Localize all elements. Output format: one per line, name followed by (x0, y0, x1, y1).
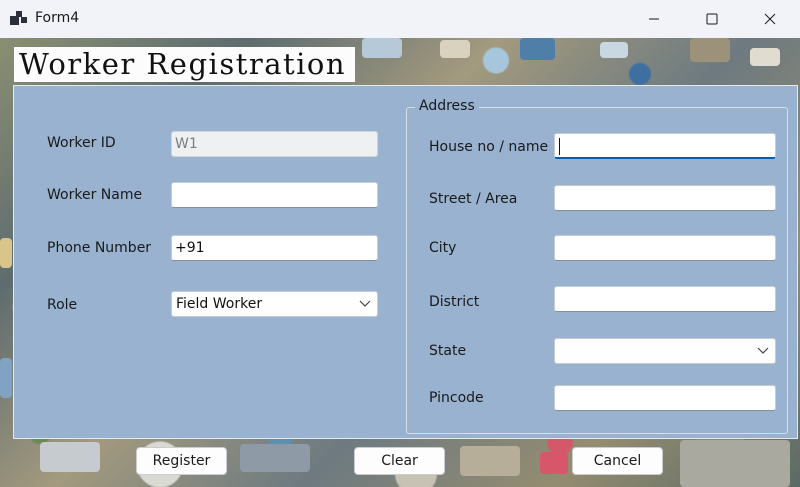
chevron-down-icon (757, 347, 769, 354)
house-field[interactable] (554, 133, 776, 159)
worker-name-label: Worker Name (47, 187, 143, 203)
maximize-icon (706, 13, 718, 25)
form-banner-title: Worker Registration (14, 47, 355, 82)
close-button[interactable] (741, 0, 799, 38)
role-selected-value: Field Worker (176, 296, 263, 312)
address-group-title: Address (415, 98, 479, 114)
maximize-button[interactable] (683, 0, 741, 38)
close-icon (764, 13, 776, 25)
cancel-button[interactable]: Cancel (572, 447, 663, 475)
city-field[interactable] (554, 235, 776, 261)
house-label: House no / name (429, 139, 549, 155)
city-label: City (429, 240, 457, 256)
pincode-label: Pincode (429, 390, 484, 406)
text-caret (559, 138, 560, 155)
title-bar: Form4 (0, 0, 800, 38)
street-field[interactable] (554, 185, 776, 211)
chevron-down-icon (359, 300, 371, 307)
role-select[interactable]: Field Worker (171, 291, 378, 317)
minimize-icon (649, 18, 659, 20)
street-label: Street / Area (429, 191, 518, 207)
phone-number-label: Phone Number (47, 240, 152, 256)
app-icon[interactable] (10, 11, 27, 26)
role-label: Role (47, 297, 78, 313)
clear-button[interactable]: Clear (354, 447, 445, 475)
worker-id-field[interactable] (171, 131, 378, 157)
register-button[interactable]: Register (136, 447, 227, 475)
window-title: Form4 (35, 10, 80, 26)
state-select[interactable] (554, 338, 776, 364)
form-client-area: Worker Registration Worker ID Worker Nam… (0, 38, 800, 487)
worker-id-label: Worker ID (47, 135, 116, 151)
pincode-field[interactable] (554, 385, 776, 411)
worker-name-field[interactable] (171, 182, 378, 208)
district-label: District (429, 294, 480, 310)
phone-number-field[interactable] (171, 235, 378, 261)
state-label: State (429, 343, 467, 359)
minimize-button[interactable] (625, 0, 683, 38)
district-field[interactable] (554, 286, 776, 312)
registration-panel: Worker ID Worker Name Phone Number Role … (13, 85, 798, 439)
